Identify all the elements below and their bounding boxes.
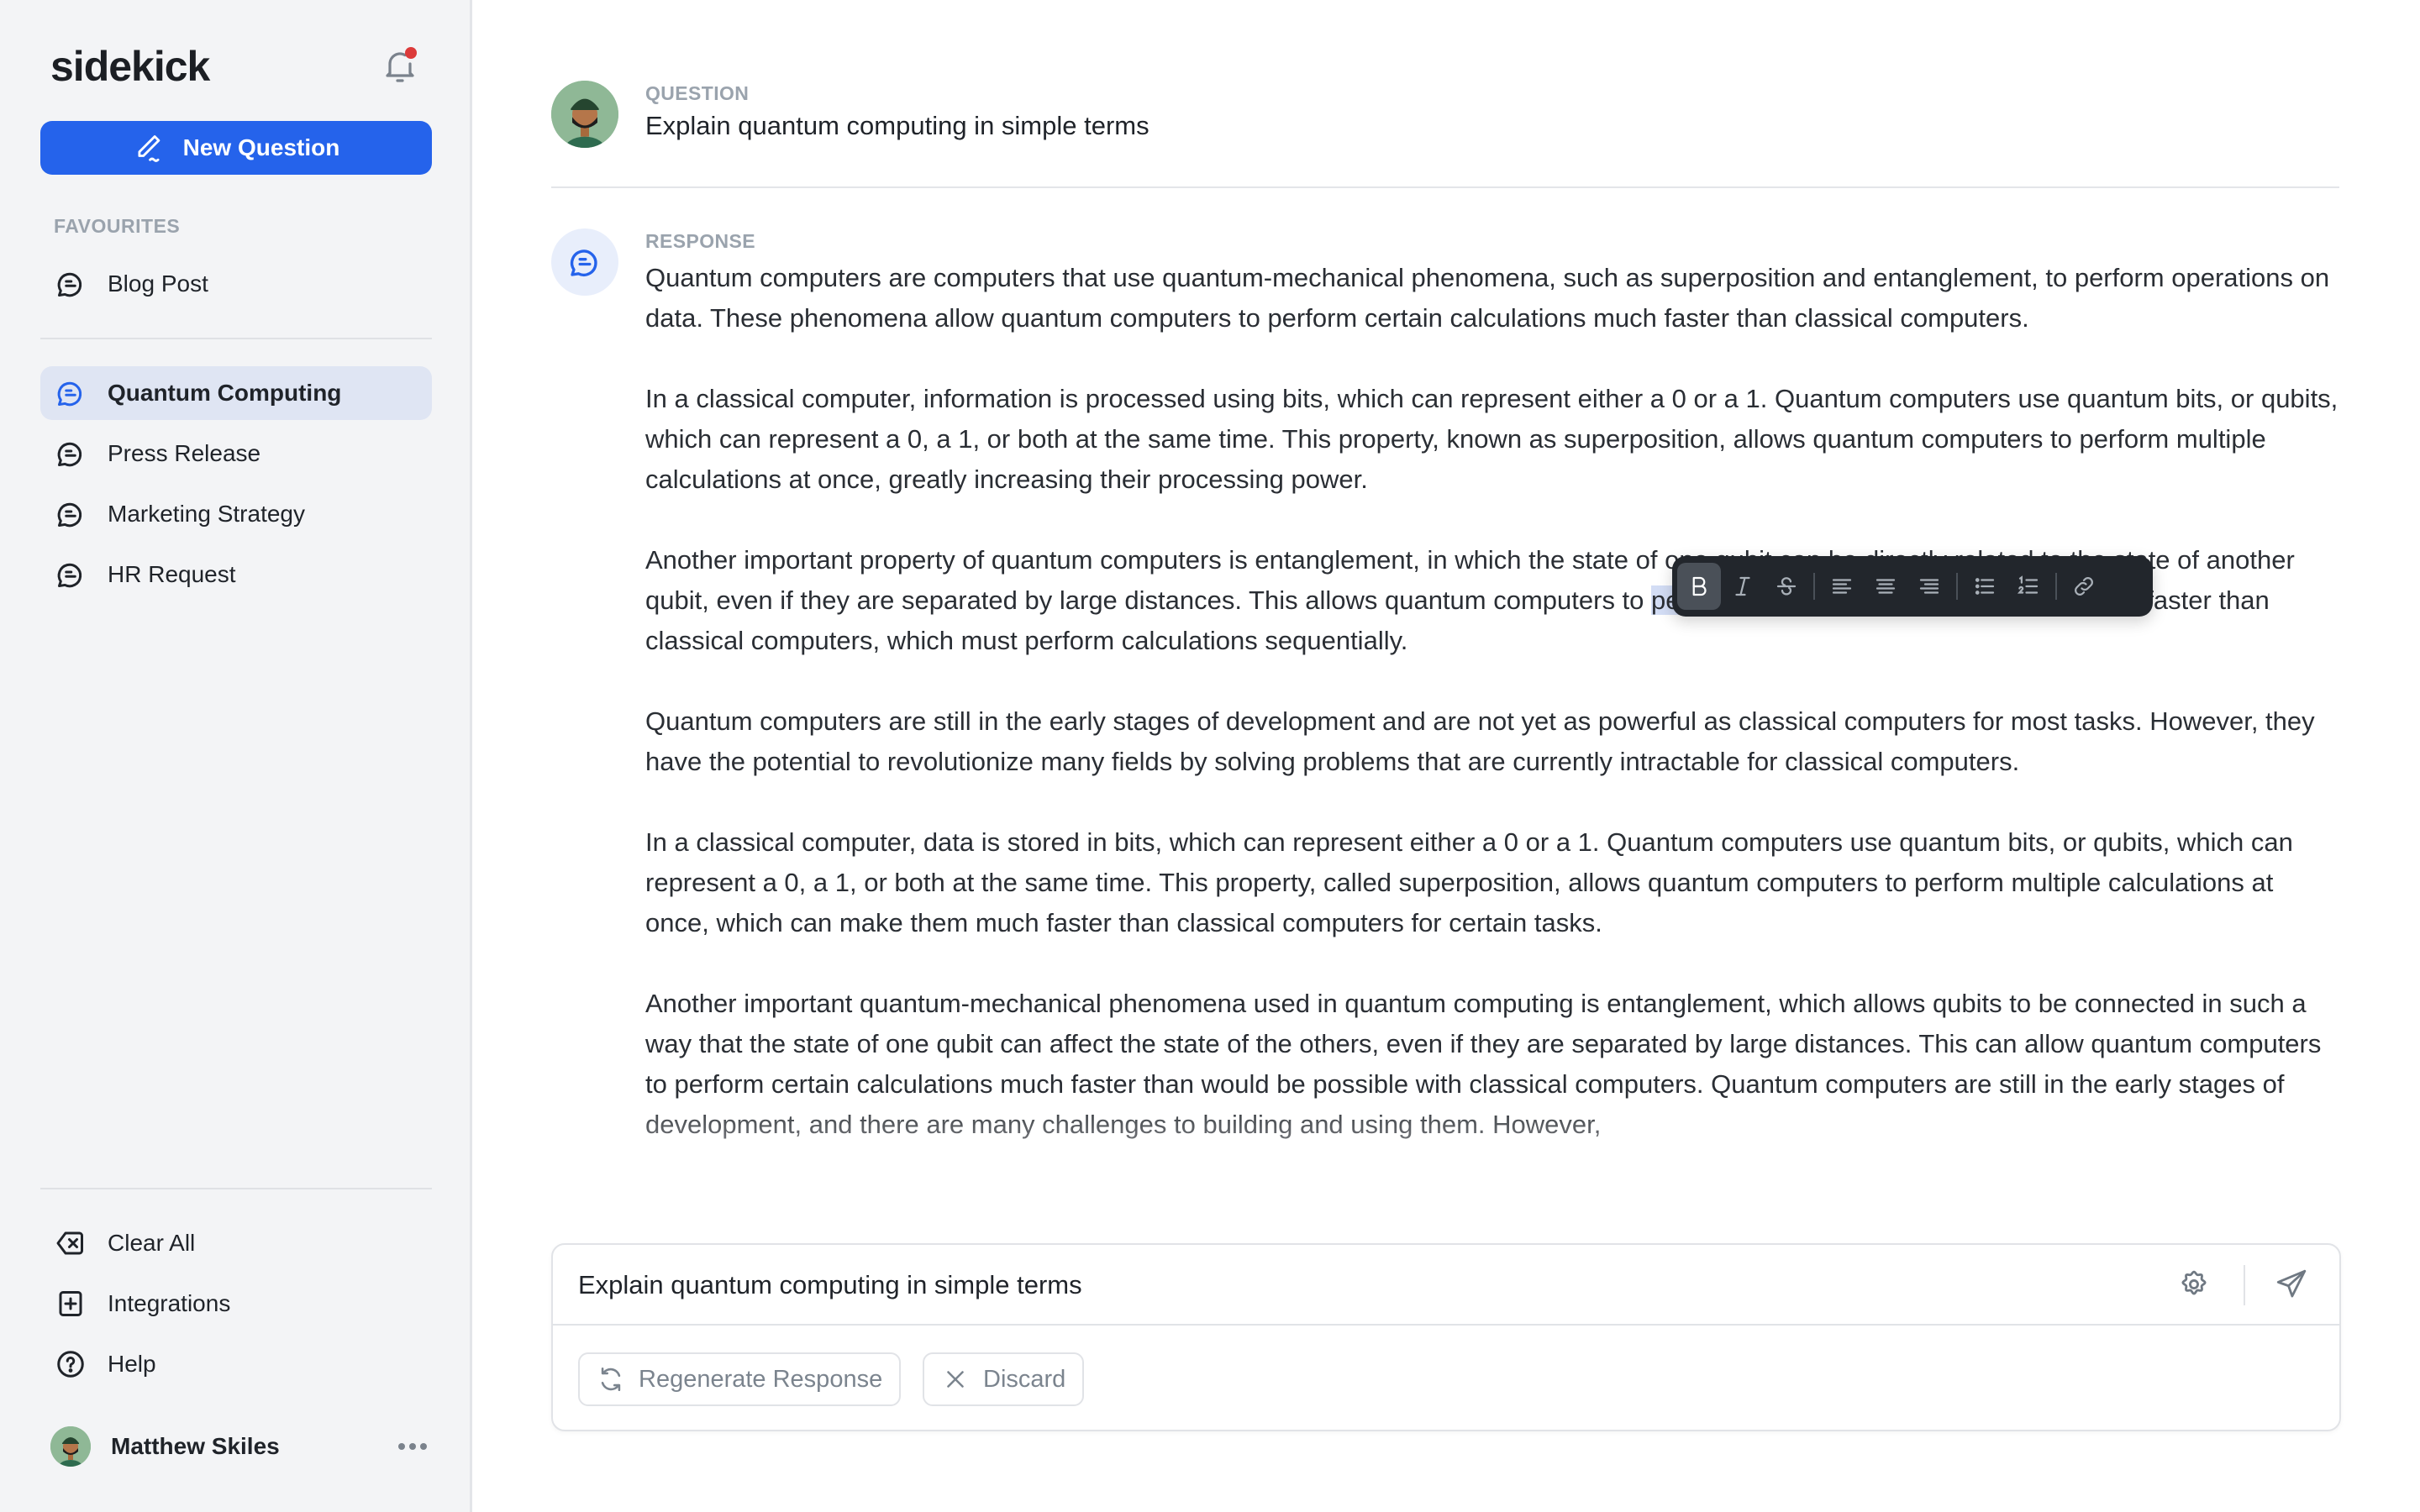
response-label: RESPONSE [645,230,756,252]
person-avatar-icon [50,1426,91,1467]
italic-icon [1735,576,1750,596]
response-paragraph: Quantum computers are still in the early… [645,706,2315,776]
plus-square-icon [59,1291,82,1316]
sidebar-item-label: Clear All [108,1230,196,1256]
new-question-label: New Question [182,134,340,160]
regenerate-label: Regenerate Response [639,1365,883,1393]
sidebar-item-marketing-strategy[interactable]: Marketing Strategy [40,487,432,541]
sidebar: sidekick New Question FAVOURITES Blog Po… [0,0,472,1512]
composer: Regenerate Response Discard [551,1243,2341,1431]
sidebar-item-label: Integrations [108,1290,231,1316]
toolbar-separator [1956,573,1958,600]
align-center-button[interactable] [1864,563,1907,610]
strikethrough-icon [1776,577,1797,596]
sidebar-item-label: Press Release [108,440,261,466]
gear-icon [2181,1270,2207,1295]
question-divider [551,186,2339,188]
person-avatar-icon [551,81,618,148]
strikethrough-button[interactable] [1765,563,1808,610]
close-icon [947,1371,964,1388]
link-button[interactable] [2062,563,2106,610]
numbered-list-button[interactable] [2007,563,2050,610]
sidebar-footer-divider [40,1188,432,1189]
app-logo: sidekick [50,43,210,90]
user-avatar [50,1426,91,1467]
chat-bubble-icon [57,272,82,297]
sidebar-item-label: Quantum Computing [108,380,342,406]
align-right-button[interactable] [1907,563,1951,610]
more-horizontal-icon[interactable] [398,1443,427,1450]
chat-bubble-icon [57,381,82,407]
sidebar-item-label: Marketing Strategy [108,501,305,527]
response-paragraph: Quantum computers are computers that use… [645,263,2330,333]
sidebar-item-press-release[interactable]: Press Release [40,427,432,480]
response-paragraph: Another important quantum-mechanical phe… [645,989,2322,1139]
sidebar-item-hr-request[interactable]: HR Request [40,548,432,601]
bullet-list-button[interactable] [1963,563,2007,610]
align-right-icon [1919,579,1939,594]
align-left-button[interactable] [1820,563,1864,610]
sidebar-item-label: Blog Post [108,270,208,297]
response-paragraph: In a classical computer, data is stored … [645,827,2293,937]
send-button[interactable] [2270,1263,2312,1305]
response-avatar [551,228,618,296]
discard-label: Discard [983,1365,1066,1393]
bold-icon [1692,576,1707,596]
refresh-icon [601,1367,621,1392]
notifications-button[interactable] [380,44,420,87]
discard-button[interactable]: Discard [923,1352,1085,1406]
sidebar-item-integrations[interactable]: Integrations [40,1277,432,1331]
italic-button[interactable] [1721,563,1765,610]
question-text: Explain quantum computing in simple term… [645,111,1150,140]
pen-icon [138,135,160,162]
sidebar-item-quantum-computing[interactable]: Quantum Computing [40,366,432,420]
sidebar-item-help[interactable]: Help [40,1337,432,1391]
clear-backspace-icon [56,1231,83,1255]
chat-bubble-icon [57,442,82,467]
regenerate-response-button[interactable]: Regenerate Response [578,1352,902,1406]
numbered-list-icon [2017,575,2039,594]
sidebar-item-clear-all[interactable]: Clear All [40,1216,432,1270]
bold-button[interactable] [1677,563,1721,610]
user-profile[interactable]: Matthew Skiles [50,1423,432,1470]
send-icon [2276,1269,2307,1298]
question-avatar [551,81,618,148]
format-toolbar [1672,556,2153,617]
favourites-heading: FAVOURITES [54,215,181,237]
toolbar-separator [1813,573,1815,600]
link-icon [2075,577,2093,596]
align-left-icon [1832,579,1852,594]
chat-bubble-icon [57,563,82,588]
sidebar-item-blog-post[interactable]: Blog Post [40,257,432,311]
help-circle-icon [57,1351,84,1378]
question-input[interactable] [578,1270,2175,1300]
response-paragraph: In a classical computer, information is … [645,384,2338,494]
settings-button[interactable] [2173,1263,2215,1305]
notification-dot [405,47,417,59]
response-body[interactable]: Quantum computers are computers that use… [645,258,2343,1215]
sidebar-item-label: HR Request [108,561,236,587]
new-question-button[interactable]: New Question [40,121,432,175]
composer-separator [2244,1265,2245,1305]
align-center-icon [1876,579,1896,594]
chat-bubble-icon [570,249,597,276]
bullet-list-icon [1975,578,1995,595]
toolbar-separator [2055,573,2057,600]
sidebar-item-label: Help [108,1351,156,1377]
composer-divider [553,1324,2339,1326]
chat-bubble-icon [57,502,82,528]
sidebar-divider [40,338,432,339]
user-name: Matthew Skiles [111,1433,280,1459]
question-label: QUESTION [645,82,750,104]
